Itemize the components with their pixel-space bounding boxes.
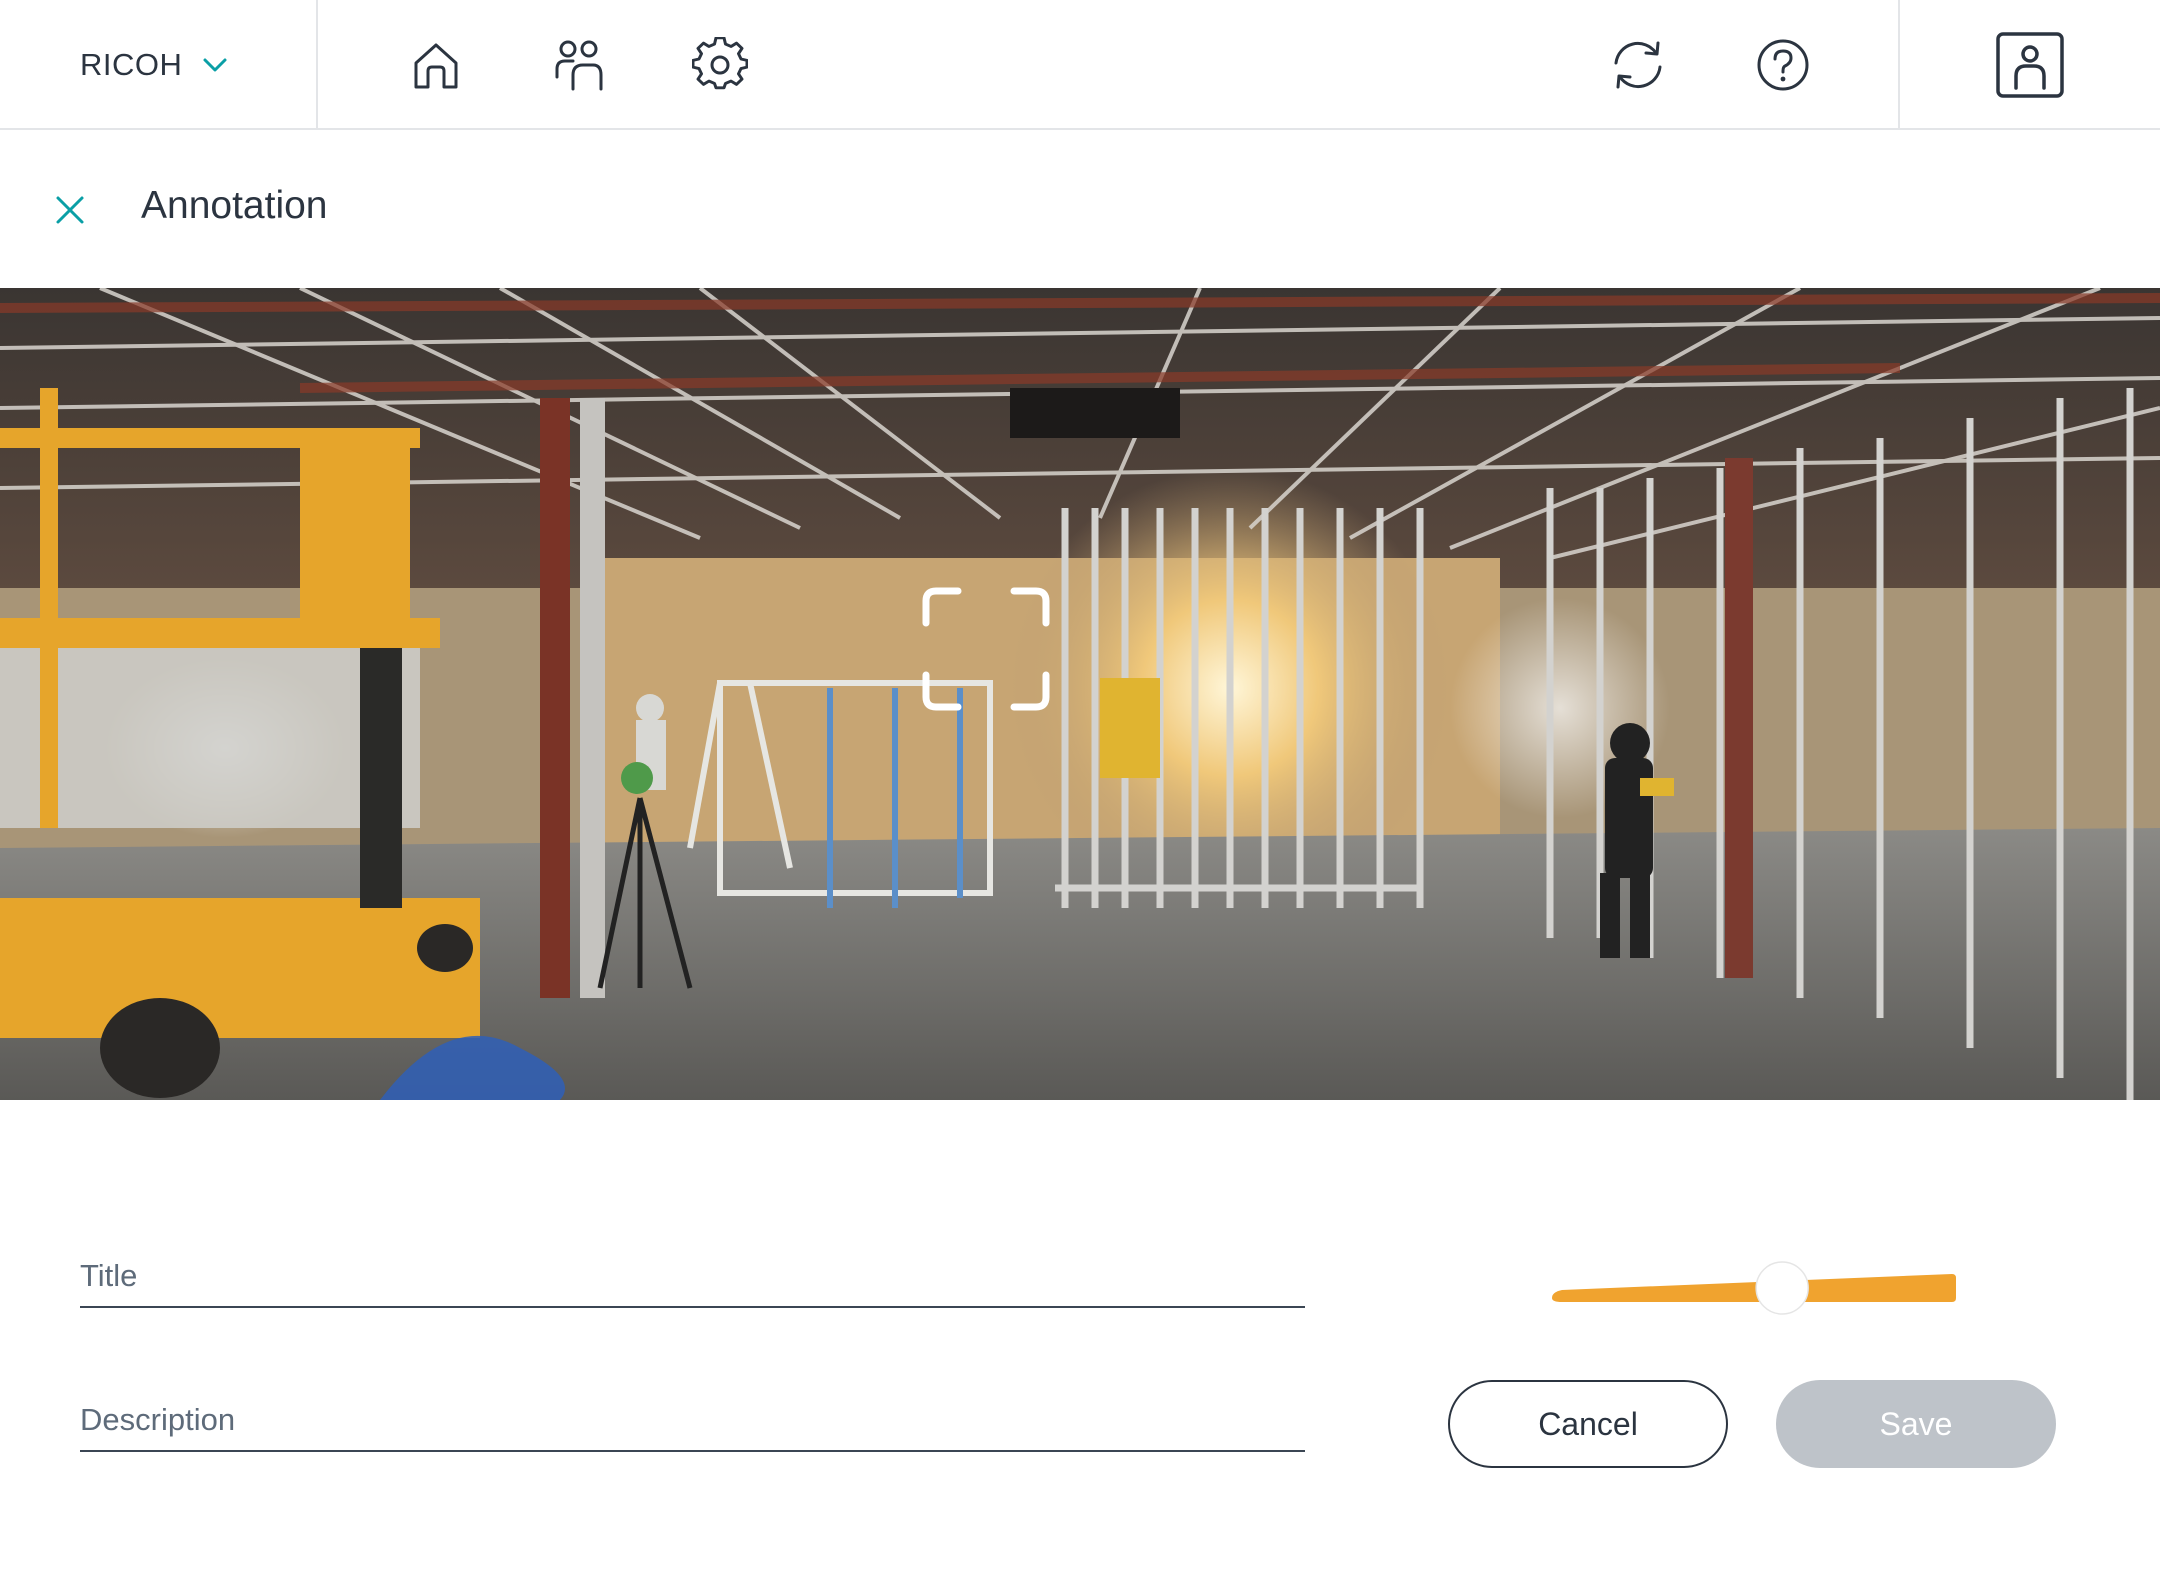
settings-button[interactable] xyxy=(692,37,748,93)
panorama-viewer[interactable] xyxy=(0,288,2160,1100)
annotation-header: Annotation xyxy=(0,132,2160,287)
title-field xyxy=(80,1228,1305,1308)
users-button[interactable] xyxy=(551,37,607,93)
top-navigation-bar: RICOH xyxy=(0,0,2160,130)
annotation-target-marker[interactable] xyxy=(920,585,1052,713)
organization-name: RICOH xyxy=(80,47,183,82)
construction-site-panorama xyxy=(0,288,2160,1100)
size-slider-track xyxy=(1552,1261,1956,1315)
marker-size-slider[interactable] xyxy=(1552,1260,1956,1316)
page-title: Annotation xyxy=(141,184,328,227)
profile-button[interactable] xyxy=(1898,0,2160,130)
settings-icon xyxy=(692,37,748,90)
users-icon xyxy=(555,40,603,91)
sync-button[interactable] xyxy=(1610,37,1666,93)
profile-icon xyxy=(1996,32,2064,98)
title-input[interactable] xyxy=(80,1228,1305,1306)
cancel-button[interactable]: Cancel xyxy=(1448,1380,1728,1468)
home-icon xyxy=(414,43,458,89)
help-icon xyxy=(1757,39,1809,91)
close-button[interactable] xyxy=(48,188,92,232)
save-button[interactable]: Save xyxy=(1776,1380,2056,1468)
home-button[interactable] xyxy=(408,37,464,93)
close-icon xyxy=(56,196,84,224)
description-input[interactable] xyxy=(80,1372,1305,1450)
sync-icon xyxy=(1614,41,1662,89)
size-slider-thumb[interactable] xyxy=(1755,1261,1809,1315)
help-button[interactable] xyxy=(1755,37,1811,93)
chevron-down-icon xyxy=(203,58,227,72)
organization-switcher[interactable]: RICOH xyxy=(0,0,318,130)
description-field xyxy=(80,1372,1305,1452)
